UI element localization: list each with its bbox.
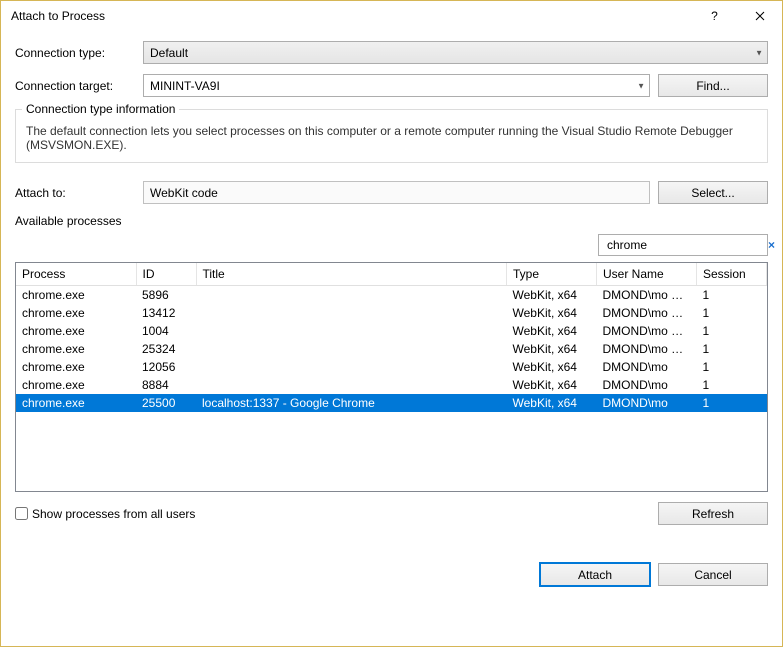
cell-id: 12056 <box>136 358 196 376</box>
attach-to-process-dialog: Attach to Process ? Connection type: Def… <box>0 0 783 647</box>
attach-to-field: WebKit code <box>143 181 650 204</box>
cell-title: localhost:1337 - Google Chrome <box>196 394 507 412</box>
connection-type-select[interactable]: Default ▼ <box>143 41 768 64</box>
filter-box: × ▼ <box>598 234 768 256</box>
show-all-users-checkbox[interactable]: Show processes from all users <box>15 507 195 521</box>
cell-title <box>196 340 507 358</box>
help-button[interactable]: ? <box>692 1 737 31</box>
cell-title <box>196 358 507 376</box>
process-grid: Process ID Title Type User Name Session … <box>15 262 768 492</box>
cancel-button[interactable]: Cancel <box>658 563 768 586</box>
table-row[interactable]: chrome.exe25500localhost:1337 - Google C… <box>16 394 767 412</box>
cell-id: 1004 <box>136 322 196 340</box>
cell-process: chrome.exe <box>16 286 136 305</box>
filter-input[interactable] <box>605 237 764 253</box>
connection-target-select[interactable]: MININT-VA9I ▼ <box>143 74 650 97</box>
cell-process: chrome.exe <box>16 340 136 358</box>
show-all-users-label: Show processes from all users <box>32 507 195 521</box>
available-processes-label: Available processes <box>15 214 768 228</box>
clear-filter-icon[interactable]: × <box>764 238 779 252</box>
dialog-footer: Attach Cancel <box>15 535 768 586</box>
table-row[interactable]: chrome.exe8884 WebKit, x64DMOND\mo1 <box>16 376 767 394</box>
connection-info-title: Connection type information <box>22 102 179 116</box>
find-button[interactable]: Find... <box>658 74 768 97</box>
cell-type: WebKit, x64 <box>507 376 597 394</box>
col-type[interactable]: Type <box>507 263 597 286</box>
col-process[interactable]: Process <box>16 263 136 286</box>
cell-process: chrome.exe <box>16 376 136 394</box>
cell-type: WebKit, x64 <box>507 304 597 322</box>
titlebar: Attach to Process ? <box>1 1 782 31</box>
cell-title <box>196 286 507 305</box>
cell-session: 1 <box>697 322 767 340</box>
help-icon: ? <box>711 9 718 23</box>
cell-session: 1 <box>697 394 767 412</box>
cell-type: WebKit, x64 <box>507 286 597 305</box>
content: Connection type: Default ▼ Connection ta… <box>1 31 782 646</box>
cell-user: DMOND\mo <box>597 394 697 412</box>
cell-type: WebKit, x64 <box>507 394 597 412</box>
cell-user: DMOND\mo … <box>597 340 697 358</box>
attach-to-value: WebKit code <box>150 186 218 200</box>
col-id[interactable]: ID <box>136 263 196 286</box>
cell-title <box>196 304 507 322</box>
table-row[interactable]: chrome.exe12056 WebKit, x64DMOND\mo1 <box>16 358 767 376</box>
cell-user: DMOND\mo <box>597 376 697 394</box>
cell-title <box>196 376 507 394</box>
connection-type-value: Default <box>150 46 188 60</box>
cell-process: chrome.exe <box>16 394 136 412</box>
chevron-down-icon: ▼ <box>637 81 645 90</box>
cell-type: WebKit, x64 <box>507 358 597 376</box>
available-processes-section: Available processes × ▼ Process <box>15 214 768 525</box>
cell-session: 1 <box>697 358 767 376</box>
select-button[interactable]: Select... <box>658 181 768 204</box>
chevron-down-icon[interactable]: ▼ <box>779 241 783 250</box>
cell-title <box>196 322 507 340</box>
attach-button[interactable]: Attach <box>540 563 650 586</box>
cell-user: DMOND\mo <box>597 358 697 376</box>
col-session[interactable]: Session <box>697 263 767 286</box>
table-row[interactable]: chrome.exe13412 WebKit, x64DMOND\mo …1 <box>16 304 767 322</box>
table-header-row: Process ID Title Type User Name Session <box>16 263 767 286</box>
table-row[interactable]: chrome.exe25324 WebKit, x64DMOND\mo …1 <box>16 340 767 358</box>
cell-session: 1 <box>697 286 767 305</box>
connection-type-label: Connection type: <box>15 46 135 60</box>
cell-session: 1 <box>697 376 767 394</box>
cell-id: 8884 <box>136 376 196 394</box>
show-all-users-input[interactable] <box>15 507 28 520</box>
chevron-down-icon: ▼ <box>755 48 763 57</box>
connection-info-group: Connection type information The default … <box>15 109 768 163</box>
cell-process: chrome.exe <box>16 358 136 376</box>
col-title[interactable]: Title <box>196 263 507 286</box>
cell-id: 25500 <box>136 394 196 412</box>
table-row[interactable]: chrome.exe5896 WebKit, x64DMOND\mo …1 <box>16 286 767 305</box>
cell-process: chrome.exe <box>16 322 136 340</box>
close-button[interactable] <box>737 1 782 31</box>
window-title: Attach to Process <box>11 9 692 23</box>
refresh-button[interactable]: Refresh <box>658 502 768 525</box>
cell-type: WebKit, x64 <box>507 322 597 340</box>
cell-process: chrome.exe <box>16 304 136 322</box>
cell-id: 25324 <box>136 340 196 358</box>
attach-to-label: Attach to: <box>15 186 135 200</box>
cell-session: 1 <box>697 340 767 358</box>
connection-target-label: Connection target: <box>15 79 135 93</box>
connection-info-body: The default connection lets you select p… <box>16 124 767 162</box>
cell-user: DMOND\mo … <box>597 286 697 305</box>
cell-user: DMOND\mo … <box>597 304 697 322</box>
table-row[interactable]: chrome.exe1004 WebKit, x64DMOND\mo …1 <box>16 322 767 340</box>
cell-user: DMOND\mo … <box>597 322 697 340</box>
col-user[interactable]: User Name <box>597 263 697 286</box>
close-icon <box>755 11 765 21</box>
connection-target-value: MININT-VA9I <box>150 79 220 93</box>
cell-type: WebKit, x64 <box>507 340 597 358</box>
cell-id: 5896 <box>136 286 196 305</box>
cell-id: 13412 <box>136 304 196 322</box>
cell-session: 1 <box>697 304 767 322</box>
